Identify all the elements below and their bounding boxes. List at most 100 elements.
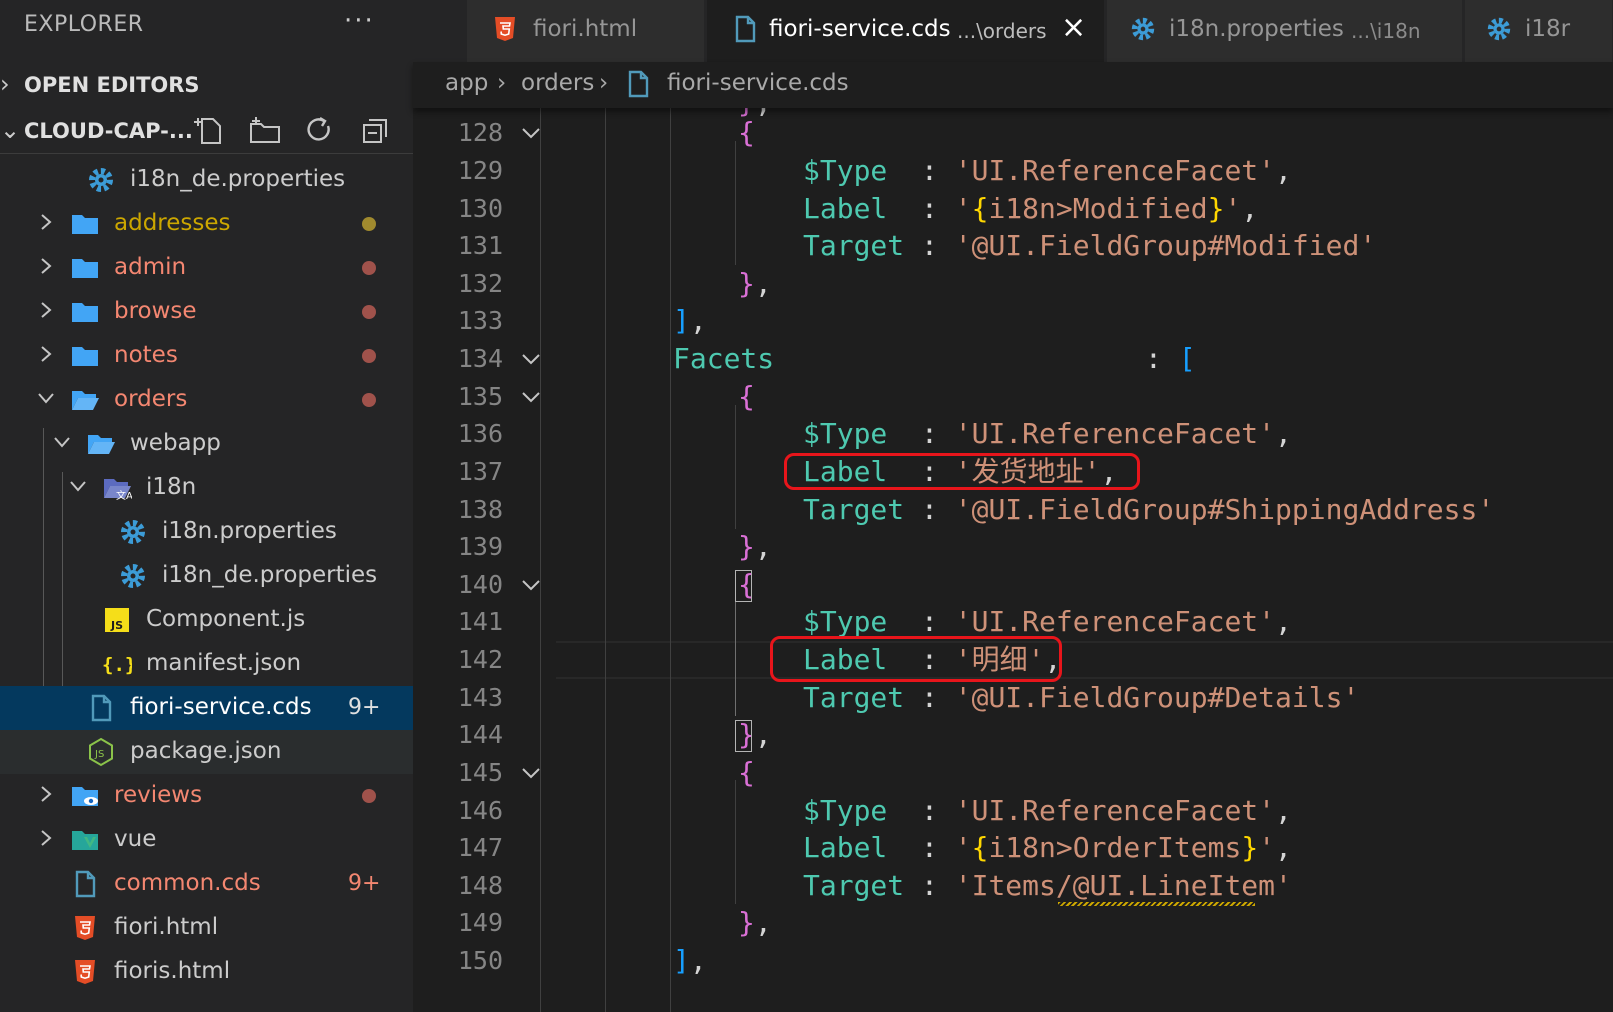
tree-folder-addresses[interactable]: addresses [0, 202, 413, 246]
fold-chevron-icon[interactable] [519, 121, 543, 145]
tree-item-label: addresses [114, 210, 231, 236]
tree-folder-browse[interactable]: browse [0, 290, 413, 334]
line-number: 133 [457, 306, 503, 335]
json-file-icon: {.} [102, 654, 132, 676]
code-line-149: }, [738, 906, 772, 939]
tab-label: fiori.html [533, 16, 638, 42]
collapse-all-icon[interactable] [358, 114, 392, 148]
indent-guide [540, 108, 541, 1012]
tree-item-package-json[interactable]: JS package.json [0, 730, 413, 774]
tree-item-fioris-html[interactable]: fioris.html [0, 950, 413, 994]
tree-item-fiori-service-cds[interactable]: fiori-service.cds 9+ [0, 686, 413, 730]
nodejs-icon: JS [89, 737, 113, 767]
tree-folder-reviews[interactable]: reviews [0, 774, 413, 818]
tab-label: fiori-service.cds [769, 16, 951, 42]
indent-guide [735, 141, 736, 265]
warning-squiggle [1058, 902, 1255, 906]
tree-item-label: vue [114, 826, 157, 852]
tree-folder-notes[interactable]: notes [0, 334, 413, 378]
indent-guide [735, 405, 736, 529]
highlight-box-shipping-label [784, 453, 1140, 490]
chevron-right-icon: › [0, 70, 10, 98]
problem-count-badge: 9+ [348, 695, 381, 720]
indent-guide [735, 780, 736, 904]
tree-item-label: fioris.html [114, 958, 231, 984]
code-line-148: Target : 'Items/@UI.LineItem' [803, 869, 1292, 902]
code-line-150: ], [673, 944, 707, 977]
tree-item-i18n-de-properties[interactable]: i18n_de.properties [0, 554, 413, 598]
tree-folder-orders[interactable]: orders [0, 378, 413, 422]
gear-icon [121, 564, 145, 588]
tree-item-i18n-properties[interactable]: i18n.properties [0, 510, 413, 554]
chevron-down-icon [54, 437, 70, 448]
chevron-right-icon [41, 830, 52, 846]
tab-fiori-service-cds[interactable]: fiori-service.cds ...\orders × [707, 0, 1105, 62]
html5-icon [75, 960, 95, 984]
chevron-right-icon: › [497, 70, 507, 96]
line-number: 130 [457, 194, 503, 223]
current-line-highlight [556, 641, 1613, 679]
indent-guide [670, 108, 671, 1012]
tree-item-manifest-json[interactable]: {.} manifest.json [0, 642, 413, 686]
breadcrumb-item[interactable]: app [445, 70, 488, 96]
tree-item-label: manifest.json [146, 650, 302, 676]
line-number: 148 [457, 871, 503, 900]
new-folder-icon[interactable] [248, 114, 282, 148]
chevron-down-icon [38, 393, 54, 404]
line-number: 138 [457, 495, 503, 524]
code-line-129: $Type : 'UI.ReferenceFacet', [803, 154, 1292, 187]
tree-item-label: common.cds [114, 870, 261, 896]
tab-fiori-html[interactable]: fiori.html [467, 0, 705, 62]
line-number: 136 [457, 419, 503, 448]
folder-open-icon [72, 391, 99, 410]
tree-item-component-js[interactable]: JS Component.js [0, 598, 413, 642]
close-icon[interactable]: × [1061, 10, 1086, 45]
file-icon [91, 694, 112, 722]
tree-item-common-cds[interactable]: common.cds 9+ [0, 862, 413, 906]
fold-chevron-icon[interactable] [519, 761, 543, 785]
folder-i18n-icon: 文A [104, 479, 132, 502]
new-file-icon[interactable] [194, 114, 228, 148]
breadcrumb-item[interactable]: orders [521, 70, 594, 96]
tree-folder-i18n[interactable]: 文A i18n [0, 466, 413, 510]
line-number: 139 [457, 532, 503, 561]
line-number: 137 [457, 457, 503, 486]
line-number: 150 [457, 946, 503, 975]
code-editor[interactable]: }, 128 129 130 131 132 133 134 135 136 1… [413, 108, 1613, 1012]
code-line-136: $Type : 'UI.ReferenceFacet', [803, 417, 1292, 450]
html5-icon [495, 17, 515, 41]
error-dot [362, 789, 376, 803]
code-line-135: { [738, 380, 755, 413]
tree-item-label: package.json [130, 738, 282, 764]
tree-folder-vue[interactable]: vue [0, 818, 413, 862]
tab-i18n-properties[interactable]: i18n.properties ...\i18n [1107, 0, 1463, 62]
tree-folder-admin[interactable]: admin [0, 246, 413, 290]
svg-text:JS: JS [110, 619, 123, 632]
line-number: 132 [457, 269, 503, 298]
open-editors-section[interactable]: › OPEN EDITORS [0, 64, 413, 108]
code-line-139: }, [738, 530, 772, 563]
folder-open-icon [88, 435, 115, 454]
line-number: 145 [457, 758, 503, 787]
tab-i18n-overflow[interactable]: i18r [1465, 0, 1613, 62]
breadcrumb-item[interactable]: fiori-service.cds [667, 70, 849, 96]
tree-folder-webapp[interactable]: webapp [0, 422, 413, 466]
fold-chevron-icon[interactable] [519, 385, 543, 409]
more-actions-icon[interactable]: ··· [344, 6, 375, 36]
tree-item-i18n-de-properties[interactable]: i18n_de.properties [0, 158, 413, 202]
gear-icon [121, 520, 145, 544]
line-number: 131 [457, 231, 503, 260]
chevron-down-icon: ⌄ [0, 116, 21, 144]
refresh-icon[interactable] [302, 114, 336, 148]
bracket-match-open [735, 570, 752, 602]
fold-chevron-icon[interactable] [519, 347, 543, 371]
workspace-section[interactable]: ⌄ CLOUD-CAP-... [0, 110, 413, 154]
bracket-match-close [735, 720, 752, 752]
line-number: 128 [457, 118, 503, 147]
error-dot [362, 349, 376, 363]
javascript-file-icon: JS [105, 608, 129, 632]
code-line-133: ], [673, 304, 707, 337]
tree-item-fiori-html[interactable]: fiori.html [0, 906, 413, 950]
line-number: 140 [457, 570, 503, 599]
fold-chevron-icon[interactable] [519, 573, 543, 597]
